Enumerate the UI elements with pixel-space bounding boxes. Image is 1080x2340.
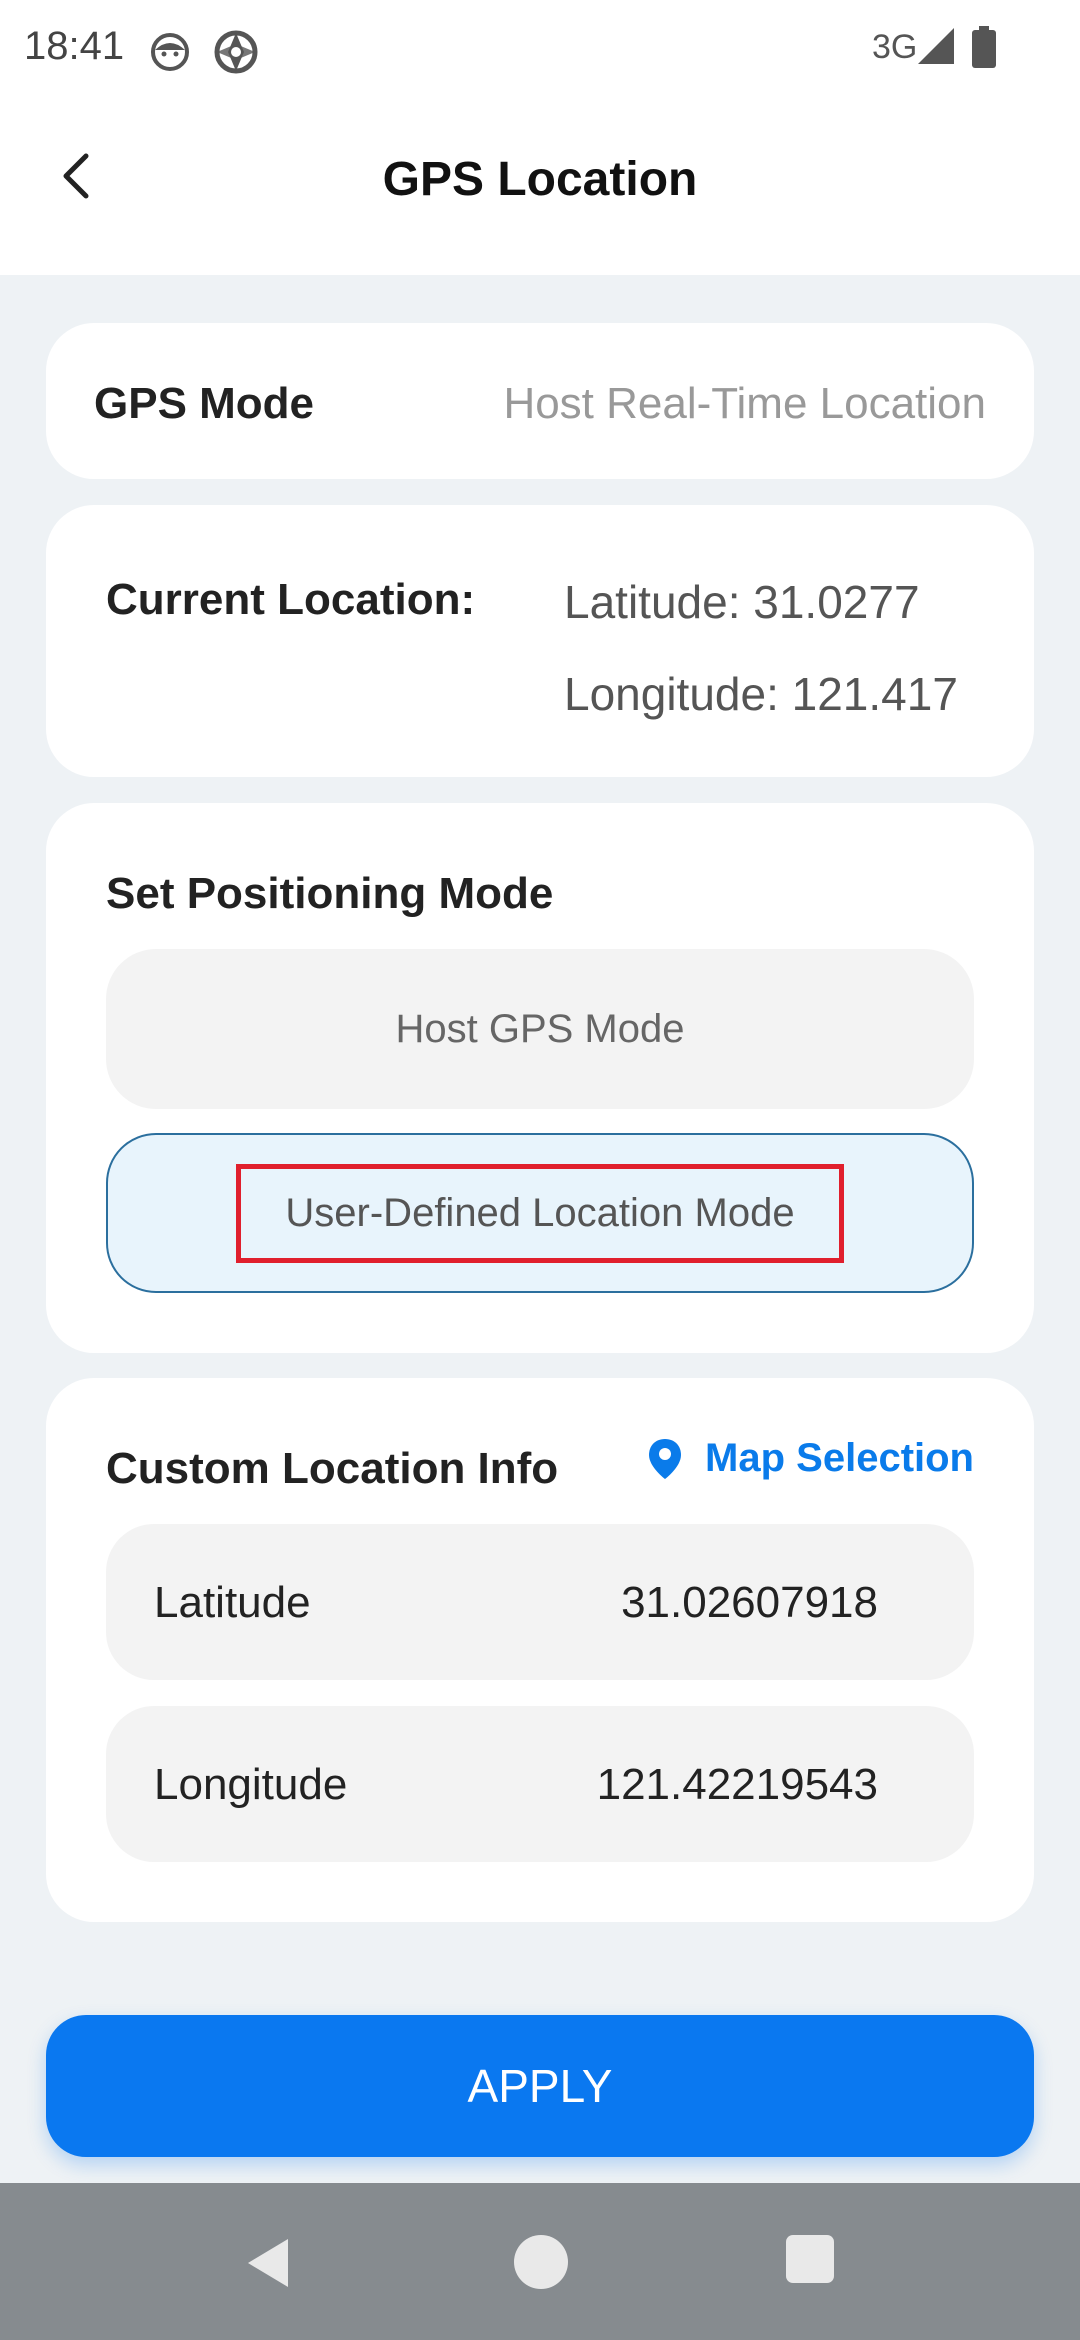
latitude-label: Latitude [154, 1578, 311, 1627]
current-longitude: Longitude: 121.417 [564, 668, 958, 720]
app-header: GPS Location [0, 100, 1080, 275]
signal-icon [918, 28, 954, 64]
current-location-label: Current Location: [106, 575, 476, 624]
nav-home-icon[interactable] [512, 2233, 570, 2291]
current-location-card: Current Location: Latitude: 31.0277 Long… [46, 505, 1034, 777]
current-latitude: Latitude: 31.0277 [564, 576, 920, 628]
gps-mode-label: GPS Mode [94, 379, 315, 428]
user-defined-location-mode-label: User-Defined Location Mode [236, 1163, 844, 1263]
positioning-mode-card: Set Positioning Mode Host GPS Mode User-… [46, 803, 1034, 1353]
aperture-icon [214, 30, 258, 74]
latitude-field[interactable]: Latitude 31.02607918 [106, 1524, 974, 1680]
user-defined-location-mode-button[interactable]: User-Defined Location Mode [106, 1133, 974, 1293]
longitude-field[interactable]: Longitude 121.42219543 [106, 1706, 974, 1862]
nav-back-icon[interactable] [240, 2233, 300, 2293]
map-pin-icon [649, 1438, 682, 1479]
longitude-label: Longitude [154, 1760, 348, 1809]
apply-button[interactable]: APPLY [46, 2015, 1034, 2157]
status-bar: 18:41 3G [0, 0, 1080, 100]
map-selection-label: Map Selection [705, 1436, 974, 1480]
battery-icon [972, 26, 996, 68]
map-selection-button[interactable]: Map Selection [647, 1436, 974, 1481]
apply-button-label: APPLY [467, 2060, 613, 2112]
custom-location-card: Custom Location Info Map Selection Latit… [46, 1378, 1034, 1922]
longitude-value: 121.42219543 [596, 1760, 878, 1809]
status-time: 18:41 [24, 24, 125, 68]
host-gps-mode-label: Host GPS Mode [395, 1006, 685, 1051]
positioning-mode-title: Set Positioning Mode [106, 869, 554, 918]
host-gps-mode-button[interactable]: Host GPS Mode [106, 949, 974, 1109]
face-icon [151, 33, 189, 71]
gps-mode-card: GPS Mode Host Real-Time Location [46, 323, 1034, 479]
custom-location-title: Custom Location Info [106, 1444, 559, 1493]
nav-recent-icon[interactable] [784, 2233, 836, 2285]
gps-mode-value: Host Real-Time Location [503, 379, 986, 428]
system-nav-bar [0, 2183, 1080, 2340]
latitude-value: 31.02607918 [621, 1578, 878, 1627]
network-type: 3G [872, 28, 918, 66]
page-title: GPS Location [382, 153, 698, 206]
